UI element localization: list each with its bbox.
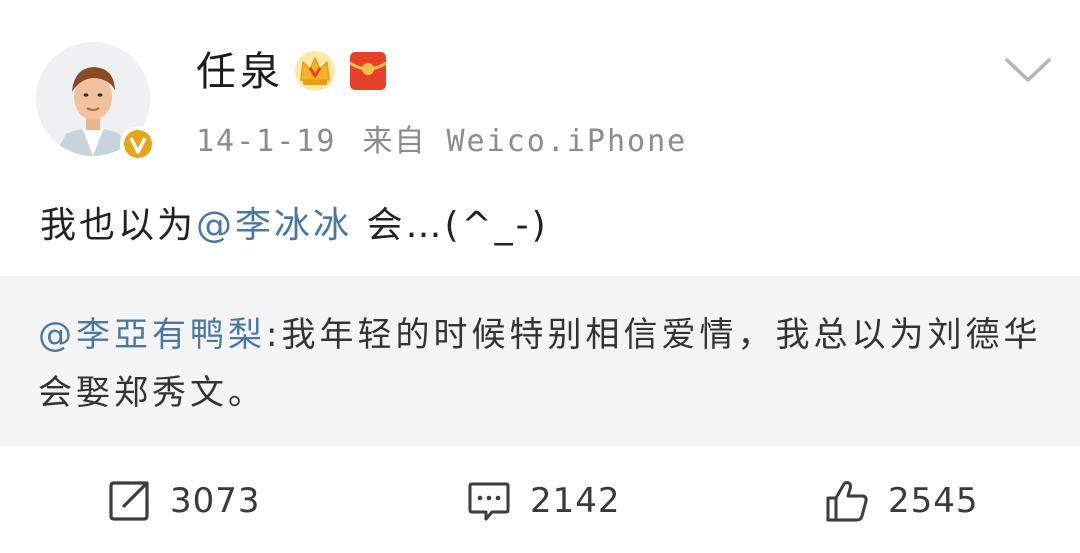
like-button[interactable]: 2545 bbox=[824, 476, 979, 526]
retweet-card[interactable]: @李亞有鸭梨:我年轻的时候特别相信爱情，我总以为刘德华会娶郑秀文。 bbox=[0, 276, 1080, 446]
retweet-content: @李亞有鸭梨:我年轻的时候特别相信爱情，我总以为刘德华会娶郑秀文。 bbox=[38, 306, 1048, 422]
chevron-down-icon[interactable] bbox=[1004, 55, 1052, 85]
comment-icon bbox=[466, 478, 512, 524]
repost-icon bbox=[106, 478, 152, 524]
post-source[interactable]: 来自 Weico.iPhone bbox=[362, 124, 687, 159]
comment-button[interactable]: 2142 bbox=[466, 476, 621, 526]
comment-count: 2142 bbox=[530, 481, 621, 521]
post-meta: 14-1-19 来自 Weico.iPhone bbox=[196, 120, 713, 164]
red-packet-icon[interactable] bbox=[349, 51, 387, 91]
like-count: 2545 bbox=[888, 481, 979, 521]
vip-crown-icon[interactable] bbox=[294, 50, 336, 92]
post-text-suffix: 会…(^_-) bbox=[352, 205, 549, 246]
action-bar: 3073 2142 2545 bbox=[0, 446, 1080, 553]
username[interactable]: 任泉 bbox=[196, 46, 284, 98]
post-content: 我也以为@李冰冰 会…(^_-) bbox=[40, 198, 549, 254]
avatar[interactable] bbox=[36, 42, 156, 162]
repost-button[interactable]: 3073 bbox=[106, 476, 261, 526]
thumbs-up-icon bbox=[824, 478, 870, 524]
retweet-mention-link[interactable]: @李亞有鸭梨 bbox=[38, 315, 266, 355]
mention-link[interactable]: @李冰冰 bbox=[196, 205, 352, 246]
repost-count: 3073 bbox=[170, 481, 261, 521]
post-text-prefix: 我也以为 bbox=[40, 205, 197, 246]
verified-v-badge-icon bbox=[120, 126, 156, 162]
post-date: 14-1-19 bbox=[196, 124, 337, 159]
